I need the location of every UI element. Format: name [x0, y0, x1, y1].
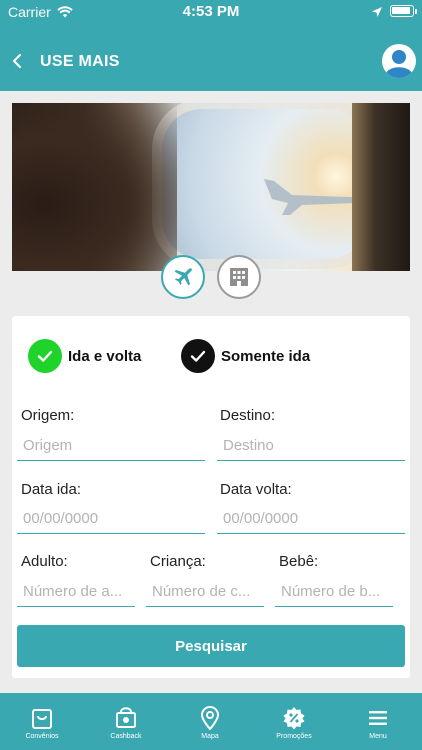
roundtrip-label: Ida e volta [68, 347, 142, 365]
oneway-label: Somente ida [221, 347, 311, 365]
child-label: Criança: [150, 553, 206, 570]
clock: 4:53 PM [182, 3, 240, 20]
avatar[interactable] [382, 44, 416, 78]
tab-promocoes[interactable]: Promoções [252, 693, 336, 750]
destination-label: Destino: [220, 407, 276, 424]
tab-label: Promoções [276, 733, 312, 740]
roundtrip-option[interactable]: Ida e volta [28, 338, 141, 374]
child-count-input[interactable] [146, 577, 264, 607]
hotel-building-icon [230, 268, 248, 286]
flight-search-button[interactable] [161, 255, 205, 299]
departure-date-input[interactable] [17, 504, 205, 534]
page-title: USE MAIS [40, 53, 120, 70]
tab-label: Mapa [201, 733, 219, 740]
status-bar: Carrier 4:53 PM [0, 0, 422, 24]
tab-convenios[interactable]: Convênios [0, 693, 84, 750]
checked-circle-icon [28, 339, 62, 373]
tab-mapa[interactable]: Mapa [168, 693, 252, 750]
search-button[interactable]: Pesquisar [17, 625, 405, 667]
return-date-input[interactable] [217, 504, 405, 534]
hotel-search-button[interactable] [217, 255, 261, 299]
user-icon [383, 45, 415, 78]
origin-label: Origem: [21, 407, 75, 424]
discount-badge-icon [282, 706, 306, 730]
tab-label: Convênios [25, 733, 59, 740]
checked-circle-icon [181, 339, 215, 373]
window-rim [352, 103, 410, 271]
tab-label: Menu [369, 733, 387, 740]
back-button[interactable] [10, 52, 26, 70]
battery-icon [390, 5, 414, 17]
adult-count-input[interactable] [17, 577, 135, 607]
oneway-option[interactable]: Somente ida [181, 338, 310, 374]
app-header: Carrier 4:53 PM USE MAIS [0, 0, 422, 91]
baby-label: Bebê: [279, 553, 319, 570]
baby-count-input[interactable] [275, 577, 393, 607]
departure-date-label: Data ida: [21, 481, 82, 498]
bottom-tab-bar: Convênios Cashback Mapa Promoções Menu [0, 693, 422, 750]
map-pin-icon [200, 706, 220, 730]
return-date-label: Data volta: [220, 481, 292, 498]
origin-input[interactable] [17, 431, 205, 461]
cashback-icon [115, 706, 137, 730]
destination-input[interactable] [217, 431, 405, 461]
tab-menu[interactable]: Menu [336, 693, 420, 750]
airplane-icon [174, 268, 192, 286]
shopping-bag-icon [31, 706, 53, 730]
adult-label: Adulto: [21, 553, 68, 570]
airplane-silhouette [264, 179, 359, 215]
hamburger-menu-icon [368, 706, 388, 730]
passenger-silhouette [12, 103, 177, 271]
location-arrow-icon [371, 5, 383, 21]
hero-image-airplane-window [12, 103, 410, 271]
tab-cashback[interactable]: Cashback [84, 693, 168, 750]
battery-tip [415, 9, 417, 14]
tab-label: Cashback [110, 733, 142, 740]
